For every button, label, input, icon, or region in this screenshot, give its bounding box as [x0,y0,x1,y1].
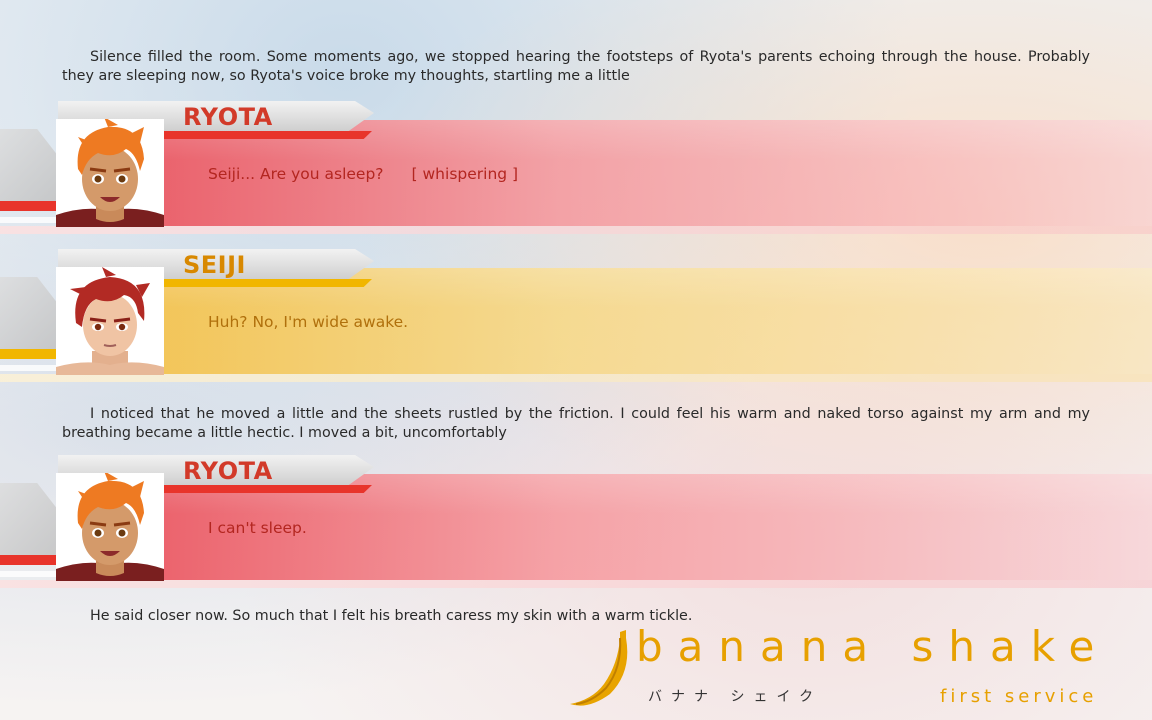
dialog-line: I can't sleep. [208,519,307,537]
name-underline [164,485,372,493]
dialog-left-stripe [0,571,60,577]
dialog-bottom-strip [0,374,1152,382]
dialog-bottom-strip [0,580,1152,588]
dialog-left-stripe [0,217,60,223]
dialog-box-seiji[interactable]: SEIJI Huh? No, I'm wide awake. [0,249,1152,389]
ryota-portrait [56,119,164,227]
dialog-left-accent [0,349,60,359]
name-underline [164,131,372,139]
dialog-box-ryota-1[interactable]: RYOTA Seiji... Are you asleep? [ whisperi… [0,101,1152,241]
game-logo: banana shake バナナ シェイク first service [566,622,1146,716]
speaker-name: SEIJI [183,251,246,279]
ryota-portrait [56,473,164,581]
dialog-line: Huh? No, I'm wide awake. [208,313,408,331]
name-underline [164,279,372,287]
dialog-box-ryota-2[interactable]: RYOTA I can't sleep. [0,455,1152,595]
dialog-line-aside: [ whispering ] [411,165,519,183]
logo-kana: バナナ シェイク [648,689,823,705]
dialog-line: Seiji... Are you asleep? [ whispering ] [208,165,518,183]
speaker-name: RYOTA [183,457,273,485]
seiji-portrait [56,267,164,375]
logo-title: banana shake [636,622,1110,671]
dialog-left-stripe [0,365,60,371]
narration-text-2: I noticed that he moved a little and the… [62,406,1090,441]
dialog-line-text: I can't sleep. [208,519,307,537]
dialog-left-wing [0,129,62,209]
dialog-left-wing [0,483,62,563]
narration-text-1: Silence filled the room. Some moments ag… [62,49,1090,84]
logo-subtitle: first service [940,686,1098,707]
banana-icon [570,630,628,706]
dialog-left-accent [0,201,60,211]
dialog-bottom-strip [0,226,1152,234]
dialog-left-wing [0,277,62,357]
dialog-line-text: Seiji... Are you asleep? [208,165,384,183]
speaker-name: RYOTA [183,103,273,131]
dialog-left-accent [0,555,60,565]
dialog-line-text: Huh? No, I'm wide awake. [208,313,409,331]
